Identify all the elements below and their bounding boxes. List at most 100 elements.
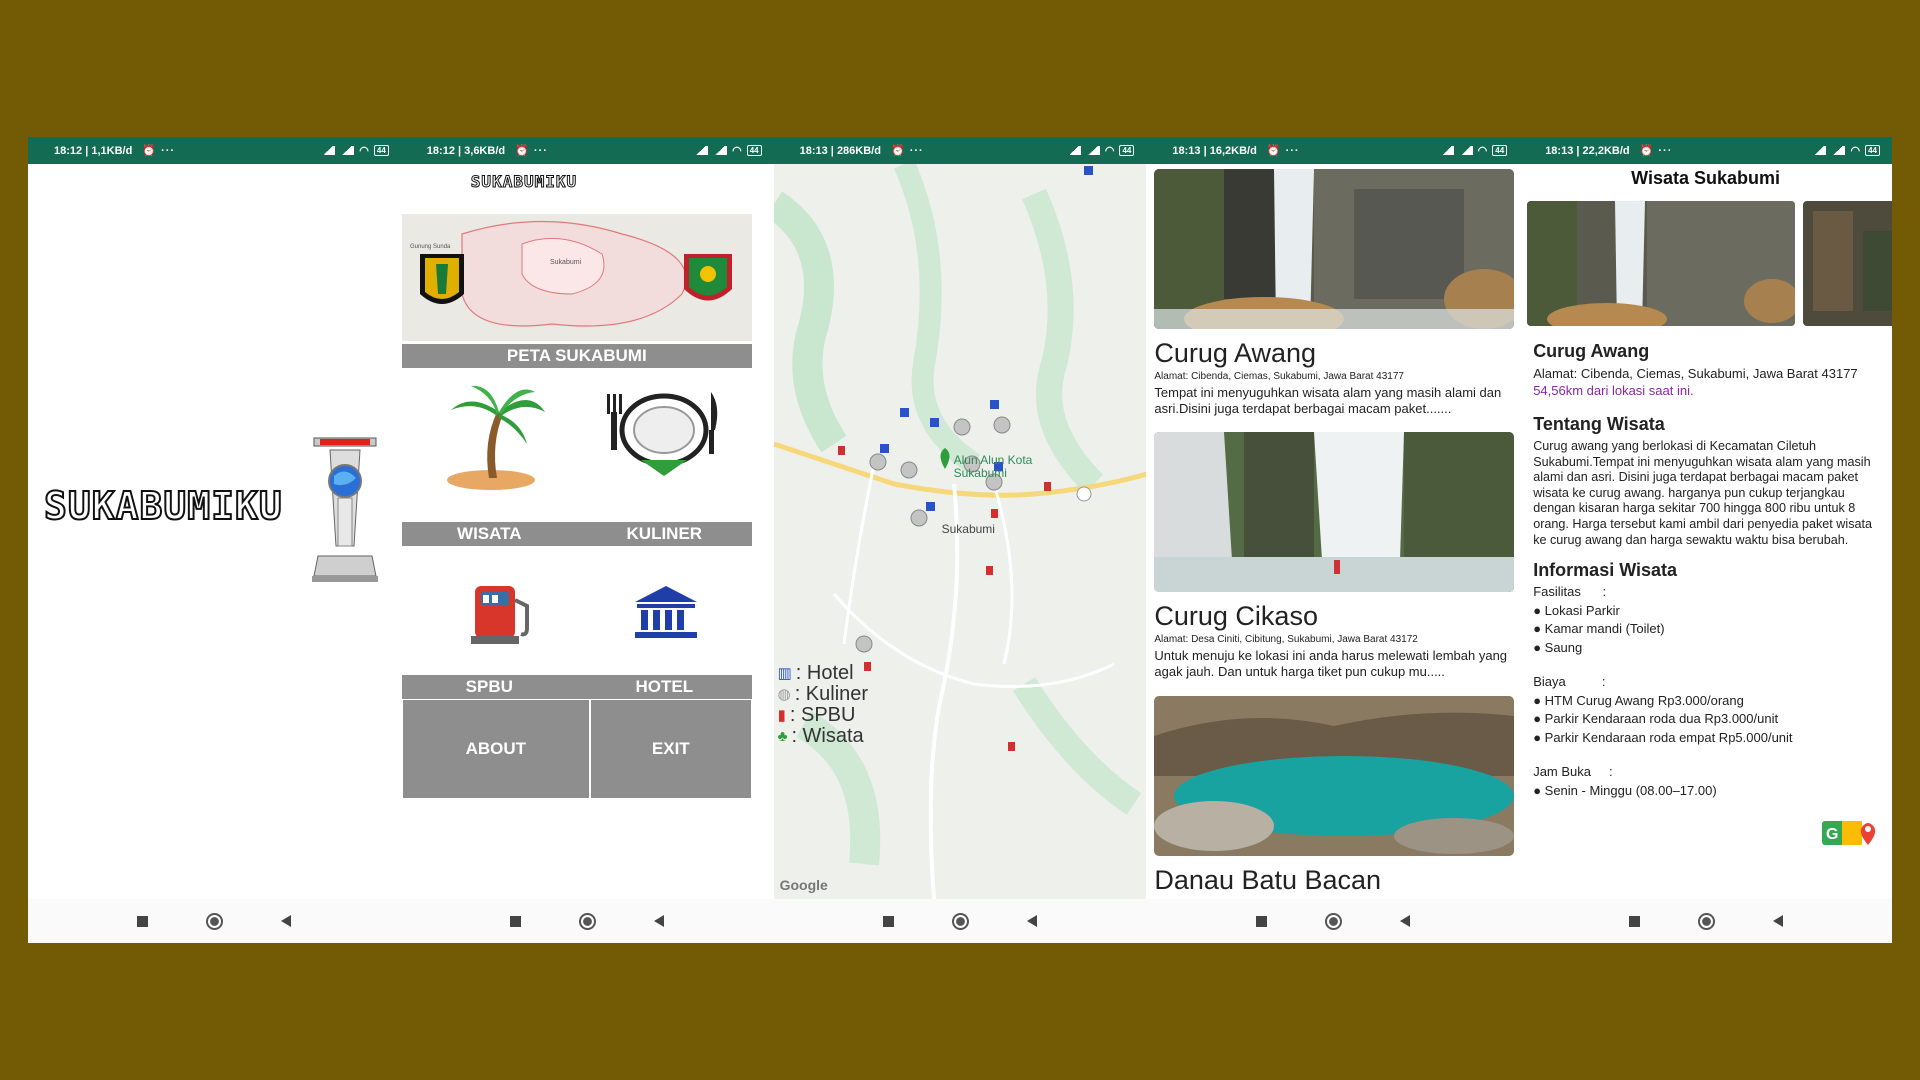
fasilitas-label: Fasilitas :: [1533, 584, 1607, 600]
waterfall-image[interactable]: [1527, 201, 1796, 326]
battery-icon: 44: [1492, 145, 1508, 156]
status-bar: 18:12 | 1,1KB/d ⏰ ··· ◠ 44: [28, 137, 401, 164]
wisata-button[interactable]: WISATA: [401, 522, 577, 546]
battery-icon: 44: [373, 145, 389, 156]
screenshot-strip: 18:12 | 1,1KB/d ⏰ ··· ◠ 44 SUKABUMIKU 18…: [28, 137, 1892, 943]
status-bar: 18:13 | 22,2KB/d ⏰ ··· ◠ 44: [1519, 137, 1892, 164]
tugu-tower-icon: [312, 437, 378, 582]
peta-place-sukabumi: Sukabumi: [550, 259, 582, 266]
list-item[interactable]: Danau Batu Bacan: [1154, 696, 1515, 896]
signal-icon: [340, 146, 355, 155]
about-heading: Tentang Wisata: [1533, 414, 1665, 434]
status-speed: 16,2KB/d: [1209, 144, 1257, 157]
android-nav-bar: [1519, 899, 1892, 943]
wifi-icon: ◠: [1477, 145, 1488, 157]
lake-image: [1154, 696, 1515, 856]
biaya-label: Biaya :: [1533, 674, 1606, 690]
android-nav-bar: [773, 899, 1147, 943]
list-item-title: Curug Awang: [1154, 338, 1317, 368]
spbu-button[interactable]: SPBU: [401, 675, 577, 699]
legend-hotel: ▥: Hotel: [777, 662, 854, 684]
list-item[interactable]: Curug Awang Alamat: Cibenda, Ciemas, Suk…: [1154, 169, 1520, 417]
wifi-icon: ◠: [1104, 145, 1115, 157]
hotel-icon: ▥: [777, 665, 792, 682]
biaya-item: ● Parkir Kendaraan roda empat Rp5.000/un…: [1533, 729, 1793, 745]
fasilitas-item: ● Lokasi Parkir: [1533, 602, 1620, 618]
battery-icon: 44: [1119, 145, 1135, 156]
signal-icon: [1085, 146, 1100, 155]
fuel-pump-icon: [470, 586, 529, 644]
signal-icon: [713, 146, 728, 155]
map-label-alun: Alun Alun Kota Sukabumi: [953, 453, 1033, 480]
peta-sukabumi-button[interactable]: PETA SUKABUMI: [401, 344, 752, 368]
hotel-building-icon: [634, 586, 697, 638]
battery-icon: 44: [1865, 145, 1880, 156]
recents-button[interactable]: [137, 915, 149, 927]
back-button[interactable]: [654, 915, 665, 927]
recents-button[interactable]: [882, 915, 894, 927]
home-button[interactable]: [1697, 912, 1715, 930]
wifi-icon: ◠: [732, 145, 742, 157]
peta-place-gunung: Gunung Sunda: [410, 244, 451, 250]
recents-button[interactable]: [1255, 915, 1267, 927]
battery-icon: 44: [746, 145, 762, 156]
back-button[interactable]: [281, 915, 292, 927]
map-legend: ▥: Hotel ◍: Kuliner ▮: SPBU ♣: Wisata: [778, 663, 868, 747]
wifi-icon: ◠: [359, 145, 369, 157]
signal-icon: [694, 146, 709, 155]
google-maps-icon[interactable]: G: [1821, 819, 1878, 847]
list-content: Curug Awang Alamat: Cibenda, Ciemas, Suk…: [1146, 164, 1520, 899]
back-button[interactable]: [1026, 915, 1037, 927]
waterfall-image: [1154, 432, 1515, 592]
kota-emblem-icon: [683, 254, 732, 301]
status-speed: 22,2KB/d: [1582, 144, 1630, 157]
home-button[interactable]: [951, 912, 969, 930]
detail-header: Wisata Sukabumi: [1631, 168, 1781, 188]
android-nav-bar: [28, 899, 401, 943]
signal-icon: [1812, 146, 1827, 155]
list-item[interactable]: Curug Cikaso Alamat: Desa Ciniti, Cibitu…: [1154, 432, 1515, 680]
menu-content: SUKABUMIKU Sukabumi Gunung Sunda PETA SU…: [401, 164, 774, 899]
exit-button[interactable]: EXIT: [589, 699, 752, 799]
home-button[interactable]: [579, 912, 597, 930]
status-speed: 3,6KB/d: [464, 144, 506, 157]
more-dots-icon: ⏰ ···: [890, 145, 924, 157]
jam-item: ● Senin - Minggu (08.00–17.00): [1533, 782, 1717, 798]
app-logo-text: SUKABUMIKU: [43, 483, 283, 529]
status-time: 18:12: [54, 144, 83, 157]
more-dots-icon: ⏰ ···: [142, 145, 176, 157]
waterfall-image-2[interactable]: [1803, 201, 1892, 326]
list-item-title: Curug Cikaso: [1154, 601, 1318, 631]
about-button[interactable]: ABOUT: [401, 699, 590, 799]
legend-spbu: ▮: SPBU: [777, 704, 856, 726]
home-button[interactable]: [206, 912, 224, 930]
detail-content: Wisata Sukabumi Curug Awang Alamat: Cibe…: [1519, 164, 1892, 899]
fasilitas-item: ● Kamar mandi (Toilet): [1533, 621, 1665, 637]
about-text: Curug awang yang berlokasi di Kecamatan …: [1533, 439, 1873, 547]
splash-content: SUKABUMIKU: [28, 164, 401, 899]
more-dots-icon: ⏰ ···: [515, 145, 548, 157]
status-time: 18:13: [799, 144, 828, 157]
kuliner-button[interactable]: KULINER: [576, 522, 752, 546]
more-dots-icon: ⏰ ···: [1639, 145, 1673, 157]
map-label-city: Sukabumi: [941, 522, 995, 536]
peta-image[interactable]: Sukabumi Gunung Sunda: [401, 214, 752, 341]
kabupaten-emblem-icon: [419, 254, 464, 304]
google-map[interactable]: Alun Alun Kota Sukabumi Sukabumi ▥: Hote…: [773, 164, 1147, 899]
signal-icon: [1458, 146, 1473, 155]
biaya-item: ● Parkir Kendaraan roda dua Rp3.000/unit: [1533, 711, 1779, 727]
fasilitas-item: ● Saung: [1533, 639, 1583, 655]
detail-title: Curug Awang: [1533, 341, 1650, 361]
recents-button[interactable]: [1628, 915, 1640, 927]
more-dots-icon: ⏰ ···: [1266, 145, 1300, 157]
wifi-icon: ◠: [1850, 145, 1861, 157]
recents-button[interactable]: [510, 915, 522, 927]
back-button[interactable]: [1772, 915, 1783, 927]
hotel-button[interactable]: HOTEL: [576, 675, 752, 699]
phone-wisata-detail: 18:13 | 22,2KB/d ⏰ ··· ◠ 44 Wisata Sukabu…: [1519, 137, 1892, 943]
home-button[interactable]: [1324, 912, 1342, 930]
status-time: 18:12: [426, 144, 455, 157]
signal-icon: [1066, 146, 1081, 155]
detail-address: Alamat: Cibenda, Ciemas, Sukabumi, Jawa …: [1533, 366, 1858, 381]
back-button[interactable]: [1399, 915, 1410, 927]
